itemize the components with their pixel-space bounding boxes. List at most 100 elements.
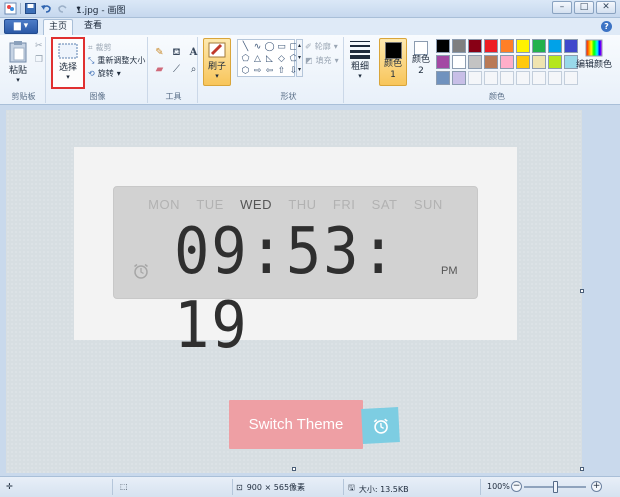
disk-icon: 🖫 (348, 483, 355, 492)
fill-button[interactable]: ◩ 填充 ▾ (305, 55, 339, 66)
crop-button[interactable]: ⌗ 裁剪 (88, 42, 112, 53)
weekday-label: THU (288, 197, 317, 212)
select-button[interactable]: 选择 ▾ (51, 37, 85, 89)
rectangle-shape-icon[interactable]: ▭ (276, 42, 287, 53)
rotate-label: 旋转 (97, 69, 114, 78)
resize-handle-right[interactable] (580, 289, 584, 293)
oval-shape-icon[interactable]: ◯ (264, 42, 275, 53)
help-button[interactable]: ? (601, 21, 612, 32)
close-button[interactable]: ✕ (596, 1, 616, 14)
weekday-label: SUN (413, 197, 443, 212)
zoom-out-button[interactable]: − (511, 481, 522, 492)
fill-label: 填充 (315, 56, 332, 65)
resize-handle-bottom[interactable] (292, 467, 296, 471)
arrow-right-shape-icon[interactable]: ⇨ (252, 66, 263, 77)
resize-button[interactable]: ⤡ 重新调整大小 (88, 55, 145, 66)
group-caption-tools: 工具 (165, 92, 182, 101)
file-menu-button[interactable]: ▆ ▾ (4, 19, 38, 34)
redo-icon[interactable] (56, 2, 69, 15)
ribbon: 粘贴 ▾ ✂ ❐ 剪贴板 选择 ▾ ⌗ 裁剪 ⤡ 重新调整大小 ⟲ 旋转 ▾ 图像 工具… (0, 35, 620, 105)
file-size-text: 大小: 13.5KB (358, 484, 409, 494)
eraser-icon[interactable]: ▰ (152, 62, 167, 77)
size-button[interactable]: 粗细 ▾ (346, 39, 374, 80)
alarm-tag (361, 407, 400, 444)
line-thickness-icon (350, 41, 370, 59)
clipboard-icon (9, 41, 27, 63)
weekday-label: FRI (332, 197, 356, 212)
weekday-label: WED (240, 197, 272, 212)
zoom-in-button[interactable]: + (591, 481, 602, 492)
pencil-icon[interactable]: ✎ (152, 45, 167, 60)
paste-label: 粘贴 (8, 66, 27, 76)
weekday-label: SAT (371, 197, 398, 212)
weekday-label: TUE (196, 197, 224, 212)
group-caption-shapes: 形状 (280, 92, 297, 101)
shapes-scroll[interactable]: ▴ ▾ ▾ (296, 39, 303, 77)
canvas-area[interactable]: MON TUE WED THU FRI SAT SUN 09:53: 19 PM Switc… (0, 106, 620, 476)
right-triangle-shape-icon[interactable]: ◺ (264, 54, 275, 65)
group-image: 选择 ▾ ⌗ 裁剪 ⤡ 重新调整大小 ⟲ 旋转 ▾ 图像 (48, 37, 148, 103)
brushes-button[interactable]: 刷子 ▾ (203, 38, 231, 86)
polygon-shape-icon[interactable]: ⬠ (240, 54, 251, 65)
select-rectangle-icon (58, 43, 78, 59)
save-icon[interactable] (24, 2, 37, 15)
brushes-label: 刷子 (207, 62, 226, 72)
tab-view[interactable]: 查看 (79, 19, 107, 35)
resize-handle-corner[interactable] (580, 467, 584, 471)
fill-bucket-icon[interactable]: ⛾ (169, 45, 184, 60)
alarm-clock-icon (373, 418, 388, 434)
digital-clock: MON TUE WED THU FRI SAT SUN 09:53: 19 PM (113, 186, 478, 363)
resize-label: 重新调整大小 (97, 56, 146, 65)
triangle-shape-icon[interactable]: △ (252, 54, 263, 65)
color-picker-icon[interactable]: ⟋ (169, 62, 184, 77)
undo-icon[interactable] (40, 2, 53, 15)
outline-icon: ✐ (305, 42, 312, 51)
dimensions-text: 900 × 565像素 (246, 483, 306, 492)
text-tool-icon[interactable]: A (186, 45, 201, 60)
rotate-icon: ⟲ (88, 69, 95, 78)
tab-home[interactable]: 主页 (43, 19, 73, 35)
weekday-list: MON TUE WED THU FRI SAT SUN (114, 197, 477, 212)
hexagon-shape-icon[interactable]: ⬡ (240, 66, 251, 77)
paste-button[interactable]: 粘贴 ▾ (8, 39, 28, 84)
copy-icon[interactable]: ❐ (35, 55, 43, 65)
group-clipboard: 粘贴 ▾ ✂ ❐ 剪贴板 (2, 37, 46, 103)
switch-theme-button: Switch Theme (229, 400, 363, 449)
quick-access-toolbar: ▾ (4, 2, 85, 15)
outline-button[interactable]: ✐ 轮廓 ▾ (305, 41, 338, 52)
zoom-level: 100% (487, 482, 510, 491)
image-canvas[interactable]: MON TUE WED THU FRI SAT SUN 09:53: 19 PM Switc… (6, 110, 582, 473)
dimensions-icon: ⊡ (236, 483, 243, 492)
status-bar: ✛ ⬚ ⊡ 900 × 565像素 🖫 大小: 13.5KB 100% − + (0, 476, 620, 497)
magnifier-icon[interactable]: ⌕ (186, 62, 201, 77)
group-colors: 颜色 (377, 37, 617, 103)
image-dimensions: ⊡ 900 × 565像素 (236, 482, 305, 493)
select-label: 选择 (58, 63, 77, 73)
clock-ampm: PM (441, 265, 458, 277)
maximize-button[interactable]: □ (574, 1, 594, 14)
diamond-shape-icon[interactable]: ◇ (276, 54, 287, 65)
group-caption-clipboard: 剪贴板 (11, 92, 36, 101)
ribbon-tab-bar: ▆ ▾ 主页 查看 ? (0, 18, 620, 35)
clock-time: 09:53: 19 (174, 215, 398, 363)
rotate-button[interactable]: ⟲ 旋转 ▾ (88, 68, 121, 79)
group-caption-image: 图像 (89, 92, 106, 101)
window-title: 1.jpg - 画图 (76, 6, 126, 16)
group-caption-colors: 颜色 (489, 92, 505, 101)
resize-icon: ⤡ (88, 55, 95, 65)
curve-shape-icon[interactable]: ∿ (252, 42, 263, 53)
zoom-slider-thumb[interactable] (553, 481, 558, 493)
cut-icon[interactable]: ✂ (35, 41, 43, 51)
fill-icon: ◩ (305, 56, 313, 65)
crop-icon: ⌗ (88, 42, 93, 52)
title-bar: ▾ 1.jpg - 画图 – □ ✕ (0, 0, 620, 18)
arrow-up-shape-icon[interactable]: ⇧ (276, 66, 287, 77)
minimize-button[interactable]: – (552, 1, 572, 14)
outline-label: 轮廓 (314, 42, 331, 51)
paint-app-icon[interactable] (4, 2, 17, 15)
line-shape-icon[interactable]: ╲ (240, 42, 251, 53)
clock-card: MON TUE WED THU FRI SAT SUN 09:53: 19 PM (74, 147, 517, 363)
arrow-left-shape-icon[interactable]: ⇦ (264, 66, 275, 77)
cursor-position-icon: ✛ (6, 482, 13, 491)
alarm-clock-icon (134, 263, 148, 279)
